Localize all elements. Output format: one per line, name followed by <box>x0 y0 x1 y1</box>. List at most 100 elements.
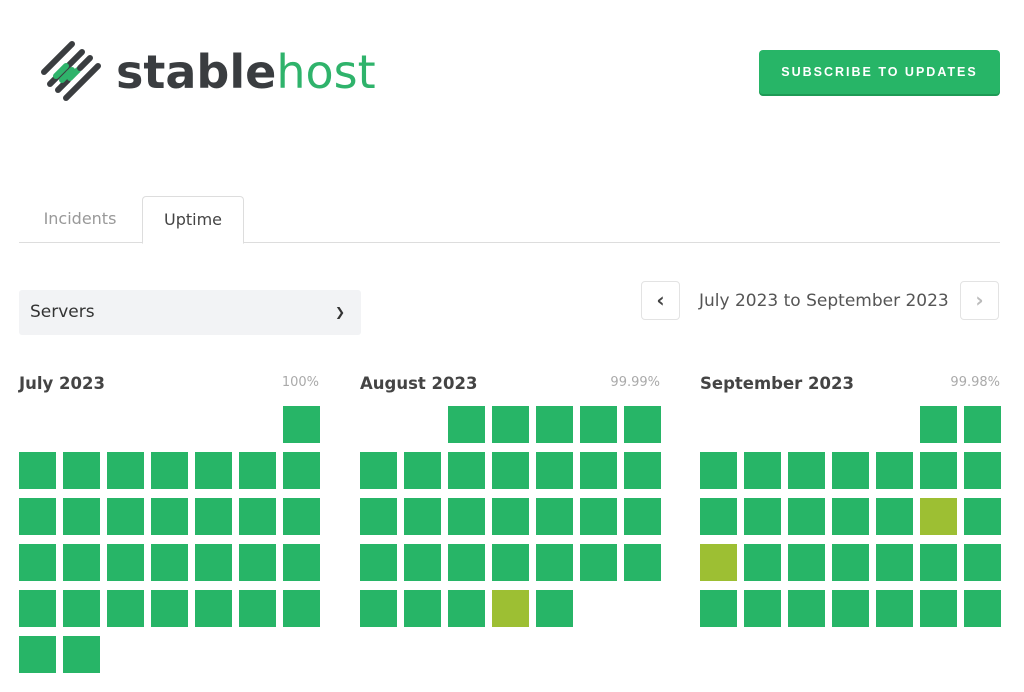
logo-text-stable: stable <box>116 45 277 99</box>
day-cell[interactable] <box>360 590 397 627</box>
day-cell[interactable] <box>536 452 573 489</box>
day-cell[interactable] <box>448 452 485 489</box>
day-cell[interactable] <box>195 590 232 627</box>
component-select[interactable]: Servers ❯ <box>19 290 361 335</box>
day-cell[interactable] <box>492 452 529 489</box>
day-cell[interactable] <box>964 406 1001 443</box>
day-cell[interactable] <box>63 590 100 627</box>
day-cell[interactable] <box>492 498 529 535</box>
day-cell[interactable] <box>107 544 144 581</box>
day-cell[interactable] <box>536 590 573 627</box>
day-cell[interactable] <box>360 498 397 535</box>
day-cell[interactable] <box>19 452 56 489</box>
day-cell[interactable] <box>700 590 737 627</box>
day-cell[interactable] <box>448 498 485 535</box>
day-cell[interactable] <box>964 544 1001 581</box>
day-cell[interactable] <box>63 452 100 489</box>
day-cell[interactable] <box>876 452 913 489</box>
day-cell[interactable] <box>239 498 276 535</box>
day-cell[interactable] <box>832 544 869 581</box>
day-cell[interactable] <box>63 498 100 535</box>
day-cell[interactable] <box>624 498 661 535</box>
day-cell[interactable] <box>404 544 441 581</box>
day-cell[interactable] <box>964 498 1001 535</box>
day-cell[interactable] <box>876 544 913 581</box>
day-cell[interactable] <box>448 406 485 443</box>
day-cell[interactable] <box>744 498 781 535</box>
day-cell[interactable] <box>239 590 276 627</box>
day-cell[interactable] <box>920 406 957 443</box>
day-cell-degraded[interactable] <box>700 544 737 581</box>
day-cell[interactable] <box>624 406 661 443</box>
day-cell[interactable] <box>195 452 232 489</box>
day-cell[interactable] <box>832 452 869 489</box>
day-cell[interactable] <box>195 498 232 535</box>
day-cell[interactable] <box>283 406 320 443</box>
day-cell[interactable] <box>19 498 56 535</box>
day-cell[interactable] <box>624 544 661 581</box>
day-cell[interactable] <box>283 498 320 535</box>
day-cell[interactable] <box>151 498 188 535</box>
day-cell[interactable] <box>19 590 56 627</box>
day-cell[interactable] <box>19 636 56 673</box>
day-cell[interactable] <box>492 544 529 581</box>
day-cell[interactable] <box>360 544 397 581</box>
day-cell[interactable] <box>107 498 144 535</box>
day-cell[interactable] <box>700 452 737 489</box>
day-cell[interactable] <box>832 498 869 535</box>
stablehost-logo[interactable]: stablehost <box>36 36 376 108</box>
day-cell[interactable] <box>744 544 781 581</box>
day-cell[interactable] <box>580 544 617 581</box>
day-cell[interactable] <box>151 452 188 489</box>
day-cell[interactable] <box>788 590 825 627</box>
day-cell[interactable] <box>404 498 441 535</box>
day-cell[interactable] <box>964 452 1001 489</box>
day-cell-degraded[interactable] <box>492 590 529 627</box>
previous-range-button[interactable]: ‹ <box>641 281 680 320</box>
day-cell[interactable] <box>151 590 188 627</box>
day-cell[interactable] <box>404 590 441 627</box>
day-cell[interactable] <box>283 544 320 581</box>
day-cell[interactable] <box>19 544 56 581</box>
day-cell[interactable] <box>964 590 1001 627</box>
day-cell[interactable] <box>448 590 485 627</box>
day-cell[interactable] <box>920 544 957 581</box>
day-cell[interactable] <box>920 452 957 489</box>
day-cell[interactable] <box>63 636 100 673</box>
day-cell[interactable] <box>876 498 913 535</box>
day-cell[interactable] <box>744 452 781 489</box>
day-cell[interactable] <box>63 544 100 581</box>
day-cell[interactable] <box>239 452 276 489</box>
day-cell[interactable] <box>283 590 320 627</box>
day-cell[interactable] <box>151 544 188 581</box>
day-cell[interactable] <box>788 452 825 489</box>
day-cell[interactable] <box>580 452 617 489</box>
tab-uptime[interactable]: Uptime <box>142 196 244 244</box>
day-cell[interactable] <box>832 590 869 627</box>
day-cell[interactable] <box>107 590 144 627</box>
day-cell[interactable] <box>283 452 320 489</box>
day-cell[interactable] <box>744 590 781 627</box>
day-cell[interactable] <box>239 544 276 581</box>
day-cell[interactable] <box>536 544 573 581</box>
day-cell[interactable] <box>920 590 957 627</box>
day-cell[interactable] <box>448 544 485 581</box>
subscribe-button[interactable]: SUBSCRIBE TO UPDATES <box>759 50 1000 94</box>
day-cell[interactable] <box>360 452 397 489</box>
day-cell[interactable] <box>624 452 661 489</box>
day-cell[interactable] <box>876 590 913 627</box>
day-cell[interactable] <box>195 544 232 581</box>
day-cell[interactable] <box>536 498 573 535</box>
day-cell[interactable] <box>580 406 617 443</box>
day-cell[interactable] <box>700 498 737 535</box>
tab-incidents[interactable]: Incidents <box>19 196 141 243</box>
day-cell-degraded[interactable] <box>920 498 957 535</box>
day-cell[interactable] <box>580 498 617 535</box>
day-cell[interactable] <box>107 452 144 489</box>
next-range-button[interactable]: › <box>960 281 999 320</box>
day-cell[interactable] <box>492 406 529 443</box>
day-cell[interactable] <box>536 406 573 443</box>
day-cell[interactable] <box>788 544 825 581</box>
day-cell[interactable] <box>404 452 441 489</box>
day-cell[interactable] <box>788 498 825 535</box>
